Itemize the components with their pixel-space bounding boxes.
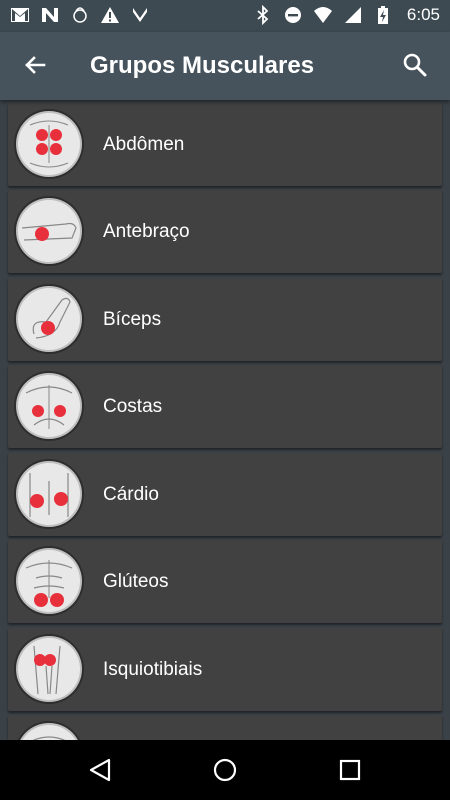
bluetooth-icon xyxy=(257,5,269,25)
forearm-icon xyxy=(16,198,82,264)
list-item-cardio[interactable]: Cárdio xyxy=(8,453,442,536)
list-item-label: Cárdio xyxy=(103,484,159,505)
warning-icon xyxy=(101,7,119,23)
wifi-icon xyxy=(313,7,332,23)
glutes-icon xyxy=(16,548,82,614)
list-item-back[interactable]: Costas xyxy=(8,365,442,448)
status-time: 6:05 xyxy=(406,5,440,24)
list-item-partial[interactable] xyxy=(8,715,442,740)
status-bar: 6:05 xyxy=(0,0,450,32)
n-logo-icon xyxy=(42,8,58,22)
muscle-group-list: Abdômen Antebraço Bíceps Costas Cárdio G… xyxy=(0,100,450,740)
app-bar: Grupos Musculares xyxy=(0,32,450,100)
biceps-icon xyxy=(16,286,82,352)
page-title: Grupos Musculares xyxy=(90,52,315,79)
kettlebell-icon xyxy=(73,7,87,23)
nav-back-icon[interactable] xyxy=(85,755,115,785)
list-item-abdomen[interactable]: Abdômen xyxy=(8,103,442,186)
do-not-disturb-icon xyxy=(284,7,301,23)
cardio-icon xyxy=(16,461,82,527)
list-item-label: Abdômen xyxy=(103,134,185,155)
gmail-icon xyxy=(11,8,29,22)
list-item-hamstrings[interactable]: Isquiotibiais xyxy=(8,628,442,711)
list-item-label: Isquiotibiais xyxy=(103,659,203,680)
nav-home-icon[interactable] xyxy=(210,755,240,785)
nav-recents-icon[interactable] xyxy=(335,755,365,785)
list-item-label: Antebraço xyxy=(103,221,190,242)
signal-icon xyxy=(344,7,361,23)
abdomen-icon xyxy=(16,111,82,177)
back-muscles-icon xyxy=(16,373,82,439)
list-item-glutes[interactable]: Glúteos xyxy=(8,540,442,623)
battery-charging-icon xyxy=(377,6,388,24)
partial-muscle-icon xyxy=(16,723,82,740)
arrow-back-icon[interactable] xyxy=(20,50,50,80)
v-check-icon xyxy=(133,8,147,22)
hamstrings-icon xyxy=(16,636,82,702)
list-item-label: Glúteos xyxy=(103,571,169,592)
list-item-label: Bíceps xyxy=(103,309,162,330)
list-item-label: Costas xyxy=(103,396,163,417)
navigation-bar xyxy=(0,740,450,800)
search-icon[interactable] xyxy=(400,50,430,80)
list-item-biceps[interactable]: Bíceps xyxy=(8,278,442,361)
list-item-forearm[interactable]: Antebraço xyxy=(8,190,442,273)
